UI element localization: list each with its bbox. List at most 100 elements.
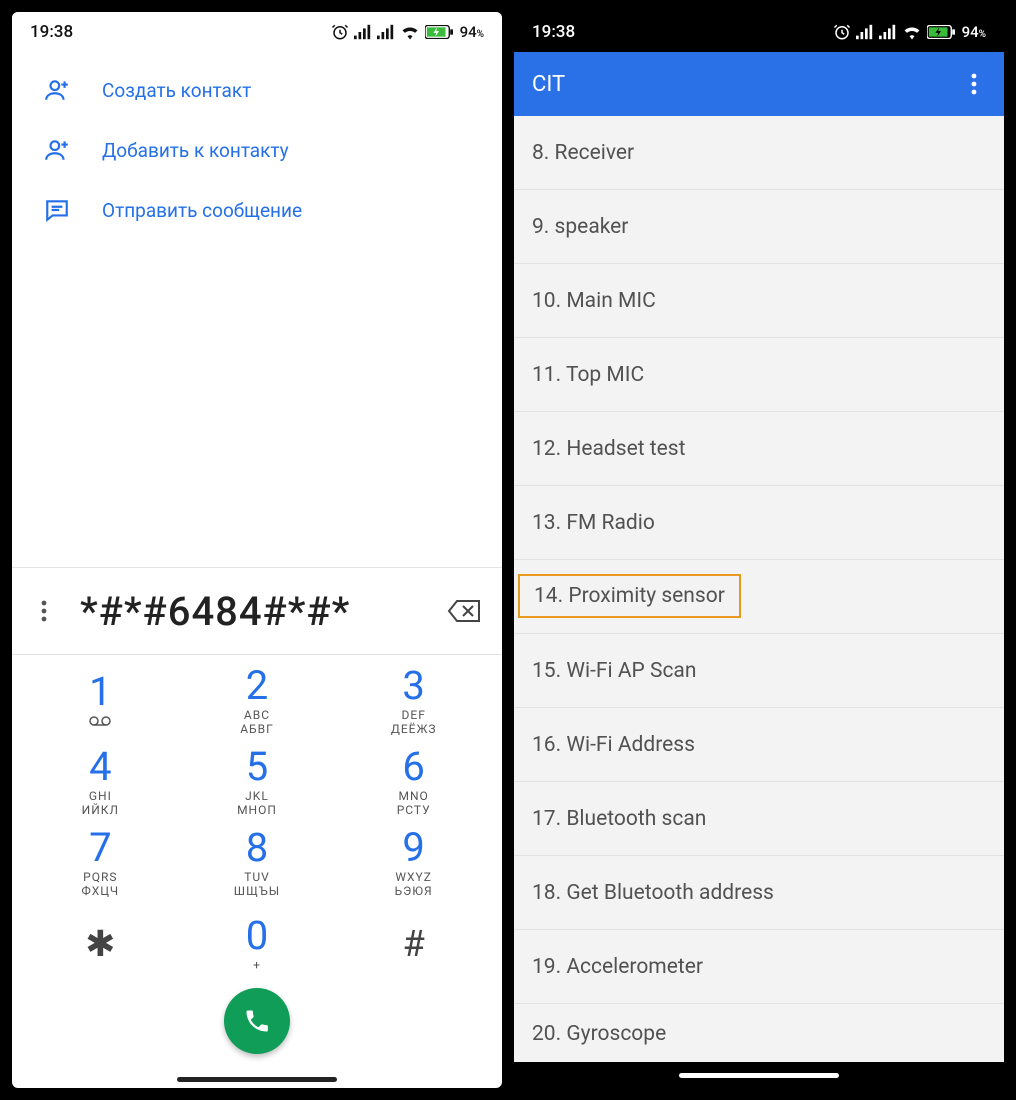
backspace-icon: [447, 599, 481, 623]
person-add-icon: [34, 137, 80, 163]
dialer-screen: 19:38 94% Создать контакт Добавить к кон…: [12, 12, 502, 1088]
battery-percent: 94%: [460, 23, 484, 41]
key-digit: 8: [246, 828, 268, 868]
keypad-key-4[interactable]: 4GHIИЙКЛ: [22, 742, 179, 823]
gesture-bar[interactable]: [679, 1073, 839, 1078]
key-letters-latin: WXYZ: [395, 870, 432, 884]
contact-actions: Создать контакт Добавить к контакту Отпр…: [12, 52, 502, 244]
status-icons: 94%: [833, 23, 986, 41]
key-digit: 5: [246, 747, 268, 787]
list-item[interactable]: 19. Accelerometer: [514, 930, 1004, 1004]
keypad-key-7[interactable]: 7PQRSФХЦЧ: [22, 823, 179, 904]
key-letters-cyrillic: ИЙКЛ: [82, 803, 119, 817]
key-letters-cyrillic: АБВГ: [240, 722, 274, 736]
nav-bar: [514, 1062, 1004, 1088]
keypad-key-5[interactable]: 5 JKLМНОП: [179, 742, 336, 823]
list-item-label: 20. Gyroscope: [532, 1022, 666, 1046]
key-letters-latin: +: [253, 958, 261, 972]
keypad-key-6[interactable]: 6MNOРСТУ: [335, 742, 492, 823]
number-display-row: *#*#6484#*#*: [12, 567, 502, 655]
key-digit: #: [403, 926, 425, 962]
app-bar: CIT: [514, 52, 1004, 116]
keypad-key-#[interactable]: #: [335, 903, 492, 984]
list-item-label: 18. Get Bluetooth address: [532, 881, 774, 905]
keypad-key-0[interactable]: 0+: [179, 903, 336, 984]
key-letters-latin: PQRS: [83, 870, 117, 884]
key-letters-cyrillic: ШЩЪЫ: [234, 884, 280, 898]
list-item[interactable]: 9. speaker: [514, 190, 1004, 264]
key-letters-cyrillic: ЬЭЮЯ: [395, 884, 433, 898]
list-item[interactable]: 8. Receiver: [514, 116, 1004, 190]
list-item-label: 19. Accelerometer: [532, 955, 703, 979]
backspace-button[interactable]: [442, 599, 486, 623]
signal-icon-2: [879, 24, 897, 40]
key-letters-cyrillic: ДЕЁЖЗ: [391, 722, 437, 736]
list-item[interactable]: 13. FM Radio: [514, 486, 1004, 560]
list-item[interactable]: 10. Main MIC: [514, 264, 1004, 338]
list-item[interactable]: 16. Wi-Fi Address: [514, 708, 1004, 782]
list-item-label: 17. Bluetooth scan: [532, 807, 706, 831]
overflow-menu-button[interactable]: [960, 73, 988, 95]
dial-keypad: 1 2 ABCАБВГ 3 DEFДЕЁЖЗ 4GHIИЙКЛ 5 JKLМНОП 6MNOРС…: [12, 655, 502, 984]
list-item[interactable]: 14. Proximity sensor: [514, 560, 1004, 634]
status-time: 19:38: [30, 22, 73, 42]
list-item[interactable]: 18. Get Bluetooth address: [514, 856, 1004, 930]
status-time: 19:38: [532, 22, 575, 42]
key-letters-latin: ABC: [244, 708, 270, 722]
list-item-label: 8. Receiver: [532, 141, 634, 165]
list-item-highlighted[interactable]: 14. Proximity sensor: [518, 574, 741, 618]
key-digit: 4: [89, 747, 111, 787]
battery-icon: [425, 25, 453, 39]
keypad-key-8[interactable]: 8 TUVШЩЪЫ: [179, 823, 336, 904]
battery-percent: 94%: [962, 23, 986, 41]
list-item[interactable]: 17. Bluetooth scan: [514, 782, 1004, 856]
list-item-label: 12. Headset test: [532, 437, 686, 461]
list-item[interactable]: 20. Gyroscope: [514, 1004, 1004, 1062]
phone-icon: [243, 1007, 271, 1035]
list-item[interactable]: 12. Headset test: [514, 412, 1004, 486]
empty-area: [12, 244, 502, 567]
alarm-icon: [833, 23, 851, 41]
keypad-key-9[interactable]: 9 WXYZЬЭЮЯ: [335, 823, 492, 904]
key-letters-cyrillic: РСТУ: [397, 803, 431, 817]
list-item[interactable]: 15. Wi-Fi AP Scan: [514, 634, 1004, 708]
signal-icon-1: [354, 24, 372, 40]
keypad-key-2[interactable]: 2 ABCАБВГ: [179, 661, 336, 742]
keypad-key-1[interactable]: 1: [22, 661, 179, 742]
send-message-label: Отправить сообщение: [102, 199, 302, 222]
list-item[interactable]: 11. Top MIC: [514, 338, 1004, 412]
key-letters-cyrillic: МНОП: [237, 803, 277, 817]
key-digit: 9: [402, 828, 424, 868]
create-contact-label: Создать контакт: [102, 79, 251, 102]
list-item-label: 13. FM Radio: [532, 511, 655, 535]
key-letters-latin: MNO: [399, 789, 429, 803]
key-digit: ✱: [85, 926, 115, 962]
gesture-bar[interactable]: [177, 1077, 337, 1082]
add-to-contact-label: Добавить к контакту: [102, 139, 289, 162]
test-list[interactable]: 8. Receiver 9. speaker10. Main MIC 11. Top…: [514, 116, 1004, 1062]
call-button[interactable]: [224, 988, 290, 1054]
voicemail-icon: [89, 714, 111, 730]
list-item-label: 11. Top MIC: [532, 363, 644, 387]
create-contact-button[interactable]: Создать контакт: [12, 60, 502, 120]
list-item-label: 16. Wi-Fi Address: [532, 733, 695, 757]
keypad-key-3[interactable]: 3 DEFДЕЁЖЗ: [335, 661, 492, 742]
key-digit: 0: [246, 916, 268, 956]
keypad-key-✱[interactable]: ✱: [22, 903, 179, 984]
battery-icon: [927, 25, 955, 39]
cit-screen: 19:38 94% CIT 8. Receiver 9. speaker10. M…: [514, 12, 1004, 1088]
call-button-area: [12, 984, 502, 1088]
app-title: CIT: [532, 72, 565, 97]
signal-icon-1: [856, 24, 874, 40]
key-digit: 2: [246, 666, 268, 706]
key-letters-latin: TUV: [244, 870, 270, 884]
key-digit: 7: [89, 828, 111, 868]
key-letters-latin: DEF: [402, 708, 426, 722]
wifi-icon: [902, 24, 922, 40]
send-message-button[interactable]: Отправить сообщение: [12, 180, 502, 240]
key-digit: 3: [402, 666, 424, 706]
more-options-button[interactable]: [28, 600, 60, 622]
key-letters-latin: JKL: [245, 789, 269, 803]
person-add-icon: [34, 77, 80, 103]
add-to-contact-button[interactable]: Добавить к контакту: [12, 120, 502, 180]
